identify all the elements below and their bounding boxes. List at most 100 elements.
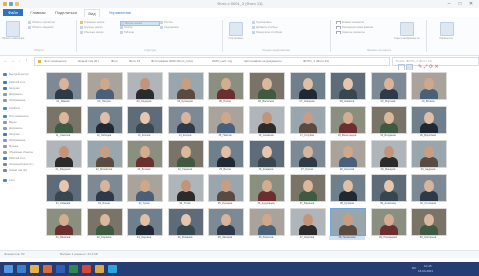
sort-icon[interactable] [229, 22, 243, 36]
breadcrumb-doc-photos[interactable]: фотографии на документы [244, 59, 281, 64]
chrome-icon[interactable] [82, 265, 91, 273]
media-icon[interactable] [43, 265, 52, 273]
photo-thumbnail[interactable] [208, 208, 244, 236]
photo-thumbnail[interactable] [249, 106, 285, 134]
photo-thumbnail[interactable] [330, 72, 366, 100]
maximize-button[interactable]: □ [455, 1, 465, 7]
photo-thumbnail[interactable] [168, 174, 204, 202]
excel-icon[interactable] [69, 265, 78, 273]
layout-medium[interactable]: Обычные значки [80, 31, 118, 34]
tab-manage[interactable]: Управление [104, 9, 136, 16]
photo-thumbnail[interactable] [411, 106, 447, 134]
start-icon[interactable] [4, 265, 13, 273]
language-indicator[interactable]: RU [412, 266, 416, 271]
folder-icon[interactable] [95, 265, 104, 273]
photo-thumbnail[interactable] [249, 72, 285, 100]
nav-item[interactable]: Рабочий стол [3, 80, 25, 85]
nav-item[interactable]: Музыка [3, 144, 18, 149]
nav-item[interactable]: Рабочий стол [3, 156, 25, 161]
photo-thumbnail[interactable] [127, 72, 163, 100]
photo-thumbnail[interactable] [208, 72, 244, 100]
photo-thumbnail[interactable] [127, 106, 163, 134]
photo-thumbnail[interactable] [208, 106, 244, 134]
nav-item[interactable]: OneDrive [3, 106, 20, 111]
photo-thumbnail[interactable] [46, 140, 82, 168]
photo-thumbnail[interactable] [208, 174, 244, 202]
photo-thumbnail[interactable] [87, 106, 123, 134]
explorer-icon[interactable] [30, 265, 39, 273]
nav-item[interactable]: Этот компьютер [3, 114, 28, 119]
photo-thumbnail[interactable] [290, 208, 326, 236]
nav-item[interactable]: Изображения [3, 138, 25, 143]
photo-thumbnail[interactable] [371, 106, 407, 134]
close-button[interactable]: ✕ [466, 1, 476, 7]
item-checkboxes-toggle[interactable]: Флажки элементов [336, 21, 392, 24]
nav-item[interactable]: Объёмные объекты [3, 150, 33, 155]
group-by-button[interactable]: Группировать [252, 21, 304, 24]
photo-thumbnail[interactable] [290, 106, 326, 134]
photo-thumbnail[interactable] [46, 174, 82, 202]
breadcrumb-photos-2020[interactable]: Фотографии 2020 (Фото_сотр) [151, 59, 193, 64]
details-pane-button[interactable]: Область сведений [28, 26, 72, 29]
breadcrumb-school-year[interactable]: 2020 учеб. год [212, 59, 232, 64]
breadcrumb-current-folder[interactable]: ФОТО_1 (Фото 13) [303, 59, 329, 64]
ie-icon[interactable] [17, 265, 26, 273]
nav-item[interactable]: Изображения [3, 98, 25, 103]
tab-home[interactable]: Главная [27, 9, 49, 16]
clock-date[interactable]: 15.04.2021 [418, 269, 433, 274]
photo-thumbnail[interactable] [87, 208, 123, 236]
photo-thumbnail[interactable] [208, 140, 244, 168]
photo-thumbnail[interactable] [411, 208, 447, 236]
options-icon[interactable] [440, 22, 454, 36]
breadcrumb-drive-d[interactable]: Новый том (D:) [78, 59, 99, 64]
breadcrumb-photo[interactable]: Фото [111, 59, 118, 64]
photo-thumbnail[interactable] [168, 72, 204, 100]
nav-item[interactable]: Документы [3, 92, 22, 97]
folder-icon[interactable] [3, 2, 7, 6]
file-extensions-toggle[interactable]: Расширения имён файлов [336, 26, 392, 29]
layout-content[interactable]: Содержимое [160, 26, 198, 29]
layout-details[interactable]: Таблица [120, 31, 158, 34]
photo-thumbnail[interactable] [290, 140, 326, 168]
photo-thumbnail[interactable] [127, 140, 163, 168]
photo-thumbnail[interactable] [371, 140, 407, 168]
layout-list[interactable]: Список [120, 26, 158, 29]
photo-thumbnail[interactable] [87, 140, 123, 168]
photo-thumbnail[interactable] [127, 174, 163, 202]
photo-thumbnail[interactable] [249, 140, 285, 168]
nav-item[interactable]: Загрузки [3, 86, 19, 91]
address-bar[interactable]: Этот компьютер Новый том (D:) Фото Фото … [34, 57, 390, 66]
photo-thumbnail[interactable] [411, 174, 447, 202]
photo-thumbnail[interactable] [168, 140, 204, 168]
photo-thumbnail[interactable] [46, 208, 82, 236]
photo-thumbnail[interactable] [330, 106, 366, 134]
size-columns-button[interactable]: Размер всех столбцов [252, 31, 304, 34]
skype-icon[interactable] [108, 265, 117, 273]
photo-thumbnail[interactable] [411, 140, 447, 168]
layout-large[interactable]: Крупные значки [80, 26, 118, 29]
word-icon[interactable] [56, 265, 65, 273]
hide-selected-icon[interactable] [400, 22, 414, 36]
add-columns-button[interactable]: Добавить столбцы [252, 26, 304, 29]
photo-thumbnail[interactable] [330, 140, 366, 168]
photo-thumbnail[interactable] [249, 208, 285, 236]
forward-arrow-icon[interactable]: → [10, 58, 15, 64]
recent-chevron-icon[interactable]: ⌄ [17, 58, 22, 64]
photo-thumbnail[interactable] [168, 106, 204, 134]
photo-thumbnail[interactable] [46, 106, 82, 134]
layout-extra-large[interactable]: Огромные значки [80, 21, 118, 24]
layout-tiles[interactable]: Плитка [160, 21, 198, 24]
nav-item[interactable]: Видео [3, 120, 17, 125]
photo-thumbnail[interactable] [411, 72, 447, 100]
breadcrumb-photo-13[interactable]: Фото 13 [129, 59, 140, 64]
photo-thumbnail[interactable] [371, 208, 407, 236]
photo-thumbnail[interactable] [249, 174, 285, 202]
breadcrumb-this-pc[interactable]: Этот компьютер [44, 59, 66, 64]
new-folder-icon[interactable] [15, 2, 19, 6]
photo-thumbnail[interactable] [290, 72, 326, 100]
tab-share[interactable]: Поделиться [52, 9, 80, 16]
photo-thumbnail[interactable] [371, 174, 407, 202]
nav-item[interactable]: Локальный диск (C:) [3, 162, 34, 167]
photo-thumbnail[interactable] [168, 208, 204, 236]
hidden-items-toggle[interactable]: Скрытые элементы [336, 31, 392, 34]
